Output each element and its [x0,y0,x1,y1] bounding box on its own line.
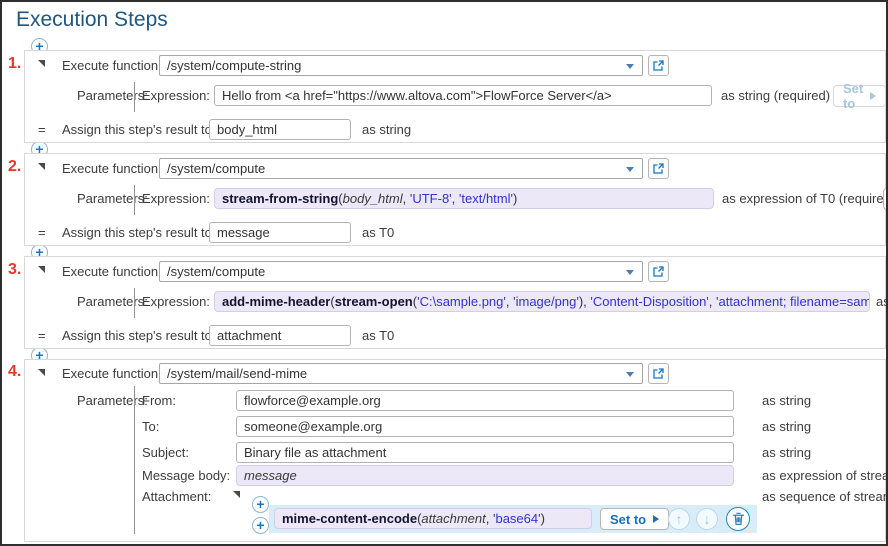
function-path-value: /system/compute [167,161,265,176]
chevron-down-icon[interactable] [626,64,634,69]
external-link-icon [652,59,665,72]
step-number: 1. [8,55,21,73]
divider [134,185,135,215]
message-body-label: Message body: [142,468,230,483]
equals-sign: = [38,122,46,137]
up-arrow-icon: ↑ [676,511,683,527]
page-title: Execution Steps [16,8,168,32]
set-to-button-cropped[interactable] [883,188,888,210]
divider [134,288,135,318]
function-path-value: /system/compute [167,264,265,279]
parameters-label: Parameters: [77,191,148,206]
type-label: as expression of T0 (required) [722,191,888,206]
attachment-expression-input[interactable]: mime-content-encode(attachment, 'base64'… [274,508,592,529]
function-path-combobox[interactable]: /system/compute [159,158,643,179]
type-label: as string [762,419,811,434]
from-label: From: [142,393,176,408]
move-down-button[interactable]: ↓ [696,508,718,530]
add-attachment-button[interactable]: + [252,517,269,534]
subject-input[interactable]: Binary file as attachment [236,442,734,463]
assign-type-label: as string [362,122,411,137]
expression-label: Expression: [142,191,210,206]
step-number: 3. [8,261,21,279]
assign-result-input[interactable]: attachment [209,325,351,346]
execute-function-label: Execute function [62,58,158,73]
assign-result-input[interactable]: body_html [209,119,351,140]
function-path-combobox[interactable]: /system/mail/send-mime [159,363,643,384]
equals-sign: = [38,225,46,240]
expression-input[interactable]: add-mime-header(stream-open('C:\sample.p… [214,291,870,312]
type-label: as string [762,445,811,460]
expression-label: Expression: [142,88,210,103]
function-path-value: /system/mail/send-mime [167,366,307,381]
from-input[interactable]: flowforce@example.org [236,390,734,411]
open-function-button[interactable] [648,158,669,179]
delete-attachment-button[interactable] [726,507,750,531]
collapse-step-icon[interactable] [38,266,45,273]
move-up-button[interactable]: ↑ [668,508,690,530]
external-link-icon [652,162,665,175]
set-to-button[interactable]: Set to [833,85,886,107]
plus-icon: + [256,496,264,512]
divider [134,82,135,112]
collapse-step-icon[interactable] [38,369,45,376]
function-path-combobox[interactable]: /system/compute [159,261,643,282]
assign-result-label: Assign this step's result to [62,225,212,240]
message-body-input[interactable]: message [236,465,734,486]
assign-result-input[interactable]: message [209,222,351,243]
type-label: as expression of stream [762,468,888,483]
to-input[interactable]: someone@example.org [236,416,734,437]
step-number: 2. [8,158,21,176]
to-label: To: [142,419,159,434]
add-attachment-button[interactable]: + [252,496,269,513]
external-link-icon [652,367,665,380]
trash-icon [732,512,745,526]
subject-label: Subject: [142,445,189,460]
assign-type-label: as T0 [362,225,394,240]
collapse-step-icon[interactable] [38,60,45,67]
equals-sign: = [38,328,46,343]
open-function-button[interactable] [648,261,669,282]
open-function-button[interactable] [648,363,669,384]
arrow-right-icon [870,92,876,100]
chevron-down-icon[interactable] [626,372,634,377]
parameters-label: Parameters: [77,88,148,103]
divider [134,386,135,534]
assign-type-label: as T0 [362,328,394,343]
function-path-value: /system/compute-string [167,58,301,73]
external-link-icon [652,265,665,278]
assign-result-label: Assign this step's result to [62,122,212,137]
step-number: 4. [8,363,21,381]
open-function-button[interactable] [648,55,669,76]
type-label: as sequence of stream [762,489,888,504]
attachment-label: Attachment: [142,489,211,504]
set-to-button[interactable]: Set to [600,508,669,530]
type-label: as string [762,393,811,408]
execution-steps-panel: Execution Steps + + + + 1. 2. 3. 4. Exec… [0,0,888,546]
arrow-right-icon [653,515,659,523]
expression-input[interactable]: Hello from <a href="https://www.altova.c… [214,85,712,106]
type-label: as string (required) [721,88,830,103]
execute-function-label: Execute function [62,366,158,381]
parameters-label: Parameters: [77,294,148,309]
execute-function-label: Execute function [62,264,158,279]
execute-function-label: Execute function [62,161,158,176]
chevron-down-icon[interactable] [626,167,634,172]
parameters-label: Parameters: [77,393,148,408]
plus-icon: + [256,517,264,533]
chevron-down-icon[interactable] [626,270,634,275]
collapse-step-icon[interactable] [38,163,45,170]
type-label: as [876,294,888,309]
expression-input[interactable]: stream-from-string(body_html, 'UTF-8', '… [214,188,714,209]
collapse-attachment-icon[interactable] [233,491,240,498]
function-path-combobox[interactable]: /system/compute-string [159,55,643,76]
assign-result-label: Assign this step's result to [62,328,212,343]
down-arrow-icon: ↓ [704,511,711,527]
expression-label: Expression: [142,294,210,309]
